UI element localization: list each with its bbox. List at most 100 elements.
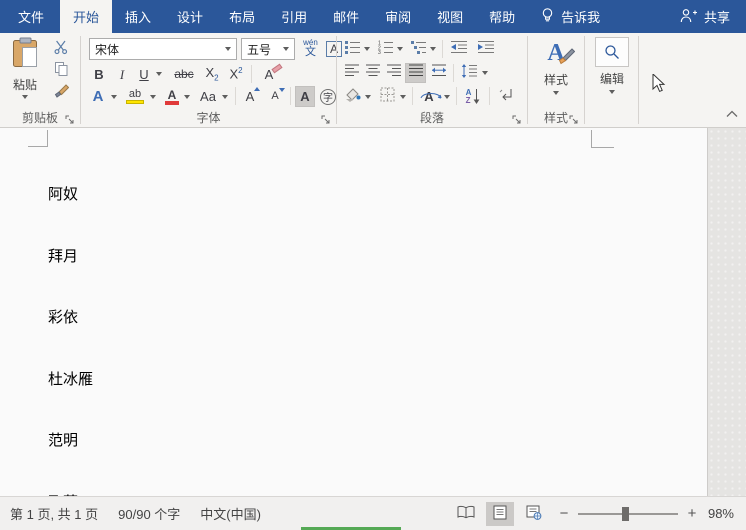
editing-button[interactable]: 编辑: [591, 37, 633, 94]
read-mode-icon: [457, 505, 475, 522]
clipboard-dialog-launcher-icon[interactable]: [65, 113, 77, 125]
format-painter-button[interactable]: [50, 83, 72, 103]
tab-view[interactable]: 视图: [424, 0, 476, 33]
paragraph-dialog-launcher-icon[interactable]: [512, 113, 524, 125]
show-hide-marks-button[interactable]: [494, 86, 518, 107]
language-status[interactable]: 中文(中国): [190, 504, 271, 523]
zoom-in-button[interactable]: +: [686, 505, 698, 522]
superscript-button[interactable]: X2: [225, 64, 247, 84]
paste-button[interactable]: 粘贴: [4, 37, 46, 99]
align-left-button[interactable]: [342, 63, 361, 83]
subscript-button[interactable]: X2: [201, 64, 223, 84]
font-name-value: 宋体: [95, 42, 120, 57]
editing-dropdown-arrow: [609, 90, 615, 94]
tell-me-box[interactable]: 告诉我: [528, 0, 612, 33]
change-case-button[interactable]: Aa: [196, 86, 220, 107]
cut-button[interactable]: [50, 39, 72, 59]
ribbon: 粘贴 剪贴板 宋体 五号 wén 文 A B I U abc X2 X2 A A…: [0, 33, 746, 128]
shrink-font-icon: A: [271, 88, 285, 102]
bold-button[interactable]: B: [89, 64, 109, 84]
bullets-dropdown[interactable]: [361, 39, 372, 59]
tab-file[interactable]: 文件: [2, 0, 60, 33]
clear-formatting-button[interactable]: A: [256, 63, 283, 84]
grow-font-button[interactable]: A: [239, 86, 261, 107]
line-spacing-dropdown[interactable]: [479, 63, 490, 83]
shrink-font-button[interactable]: A: [264, 86, 286, 107]
multilevel-list-button[interactable]: [408, 39, 428, 59]
collapse-ribbon-button[interactable]: [726, 105, 738, 123]
sort-icon: AZ: [466, 88, 481, 105]
copy-icon: [54, 61, 69, 82]
page-number-status[interactable]: 第 1 页, 共 1 页: [0, 504, 108, 523]
highlight-dropdown[interactable]: [147, 86, 159, 107]
tab-layout[interactable]: 布局: [216, 0, 268, 33]
multilevel-list-dropdown[interactable]: [427, 39, 438, 59]
tab-references[interactable]: 引用: [268, 0, 320, 33]
document-canvas[interactable]: 阿奴 拜月 彩依 杜冰雁 范明 飞蓬 顾留芳 花楹 姜明 姜婉儿 景天 酒剑仙 …: [0, 128, 746, 511]
underline-button[interactable]: U: [134, 64, 154, 84]
font-size-combo[interactable]: 五号: [241, 38, 295, 60]
justify-button[interactable]: [405, 63, 426, 83]
tab-help[interactable]: 帮助: [476, 0, 528, 33]
sort-button[interactable]: AZ: [461, 86, 485, 107]
format-painter-icon: [53, 83, 70, 104]
share-label: 共享: [703, 10, 730, 25]
styles-icon: A: [547, 38, 576, 68]
print-layout-button[interactable]: [486, 501, 514, 526]
tab-home[interactable]: 开始: [60, 0, 113, 33]
doc-line: 范明: [48, 433, 79, 449]
asian-layout-dropdown[interactable]: [441, 86, 452, 107]
asian-layout-button[interactable]: A: [417, 86, 442, 107]
zoom-level[interactable]: 98%: [704, 506, 746, 521]
phonetic-guide-button[interactable]: wén 文: [299, 36, 322, 61]
decrease-indent-icon: [450, 40, 468, 59]
zoom-slider-thumb[interactable]: [622, 506, 629, 521]
borders-dropdown[interactable]: [397, 86, 408, 107]
change-case-dropdown[interactable]: [219, 86, 231, 107]
italic-button[interactable]: I: [112, 64, 132, 84]
styles-button[interactable]: A 样式: [535, 38, 577, 95]
align-left-icon: [344, 64, 359, 82]
text-effects-button[interactable]: A: [87, 86, 109, 107]
text-effects-dropdown[interactable]: [108, 86, 120, 107]
numbering-dropdown[interactable]: [394, 39, 405, 59]
tab-insert[interactable]: 插入: [112, 0, 164, 33]
bullets-button[interactable]: [342, 39, 362, 59]
web-layout-button[interactable]: [520, 502, 548, 526]
distribute-button[interactable]: [428, 63, 449, 83]
read-mode-button[interactable]: [452, 502, 480, 526]
increase-indent-button[interactable]: [474, 39, 498, 59]
font-name-combo[interactable]: 宋体: [89, 38, 237, 60]
character-shading-button[interactable]: A: [295, 86, 315, 107]
borders-button[interactable]: [377, 86, 397, 107]
align-right-button[interactable]: [384, 63, 403, 83]
paste-dropdown-arrow: [22, 95, 28, 99]
styles-dialog-launcher-icon[interactable]: [569, 113, 581, 125]
font-color-dropdown[interactable]: [181, 86, 193, 107]
zoom-slider[interactable]: [578, 506, 678, 521]
align-center-button[interactable]: [363, 63, 382, 83]
numbering-button[interactable]: 123: [375, 39, 395, 59]
strikethrough-button[interactable]: abc: [169, 64, 199, 84]
web-layout-icon: [526, 505, 542, 523]
tab-review[interactable]: 审阅: [372, 0, 424, 33]
share-button[interactable]: 共享: [663, 0, 746, 33]
tab-design[interactable]: 设计: [164, 0, 216, 33]
shading-button[interactable]: [342, 86, 362, 107]
zoom-control: − +: [558, 505, 698, 522]
copy-button[interactable]: [50, 61, 72, 81]
font-dialog-launcher-icon[interactable]: [321, 113, 333, 125]
font-color-button[interactable]: A: [162, 86, 182, 107]
styles-button-label: 样式: [543, 73, 568, 87]
font-size-dropdown-arrow: [283, 47, 289, 51]
line-spacing-button[interactable]: [458, 63, 480, 83]
doc-line: 杜冰雁: [48, 371, 94, 388]
decrease-indent-button[interactable]: [447, 39, 471, 59]
zoom-out-button[interactable]: −: [558, 505, 570, 522]
highlight-button[interactable]: ab: [123, 86, 147, 107]
shading-dropdown[interactable]: [362, 86, 373, 107]
underline-dropdown[interactable]: [153, 64, 165, 84]
tab-mailings[interactable]: 邮件: [320, 0, 372, 33]
word-count-status[interactable]: 90/90 个字: [108, 504, 190, 523]
mouse-cursor: [652, 72, 666, 99]
